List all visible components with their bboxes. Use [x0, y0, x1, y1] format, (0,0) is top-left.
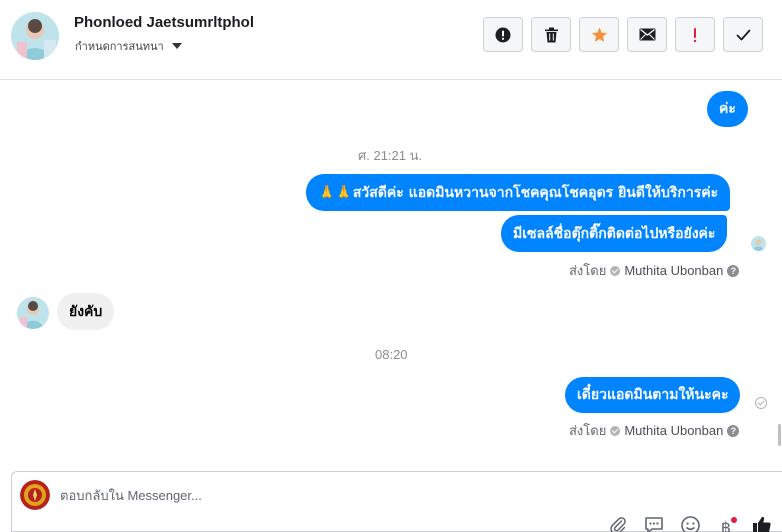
- attach-button[interactable]: [607, 516, 629, 532]
- reply-composer: ฿: [11, 471, 782, 532]
- star-button[interactable]: [579, 17, 619, 52]
- agent-name[interactable]: Muthita Ubonban: [624, 263, 723, 278]
- delivered-check-icon: [755, 397, 767, 409]
- mark-unread-button[interactable]: [627, 17, 667, 52]
- outgoing-message[interactable]: เดี๋ยวแอดมินตามให้นะคะ: [565, 377, 741, 413]
- assign-conversation-label: กำหนดการสนทนา: [75, 40, 164, 53]
- reply-input[interactable]: [60, 484, 660, 506]
- help-icon[interactable]: ?: [727, 264, 740, 277]
- envelope-icon: [639, 28, 656, 41]
- like-icon: [752, 515, 772, 532]
- payment-button[interactable]: ฿: [715, 516, 737, 532]
- mark-spam-button[interactable]: [483, 17, 523, 52]
- incoming-message[interactable]: ยังคับ: [57, 293, 115, 330]
- agent-name[interactable]: Muthita Ubonban: [624, 423, 723, 438]
- conversation-toolbar: [483, 17, 763, 52]
- outgoing-message[interactable]: มีเซลล์ชื่อตุ๊กติ๊กติดต่อไปหรือยังค่ะ: [501, 215, 728, 252]
- alert-circle-icon: [495, 27, 511, 43]
- sent-by-text: ส่งโดย: [569, 423, 607, 438]
- message-timestamp: ศ. 21:21 น.: [358, 148, 423, 163]
- trash-icon: [544, 27, 559, 43]
- outgoing-message[interactable]: 🙏🙏สวัสดีค่ะ แอดมินหวานจากโชคคุณโชคอุดร ย…: [306, 174, 731, 211]
- saved-replies-icon: [644, 516, 664, 532]
- emoji-icon: [680, 515, 700, 532]
- contact-avatar[interactable]: [11, 12, 59, 60]
- baht-payment-icon: ฿: [720, 517, 732, 532]
- check-icon: [736, 29, 751, 41]
- saved-replies-button[interactable]: [643, 516, 665, 532]
- exclamation-icon: [692, 27, 698, 43]
- contact-message-avatar: [17, 297, 49, 329]
- page-avatar: [20, 480, 50, 510]
- like-button[interactable]: [751, 516, 773, 532]
- message-timestamp: 08:20: [375, 347, 408, 362]
- sent-by-label: ส่งโดย Muthita Ubonban ?: [569, 420, 740, 441]
- sent-by-label: ส่งโดย Muthita Ubonban ?: [569, 260, 740, 281]
- composer-toolbar: ฿: [607, 515, 773, 532]
- notification-dot: [731, 517, 737, 523]
- conversation-header: Phonloed Jaetsumrltphol กำหนดการสนทนา: [0, 0, 782, 80]
- scrollbar-thumb[interactable]: [778, 424, 781, 446]
- star-icon: [591, 27, 608, 43]
- help-icon[interactable]: ?: [727, 424, 740, 437]
- sent-by-text: ส่งโดย: [569, 263, 607, 278]
- mark-done-button[interactable]: [723, 17, 763, 52]
- follow-up-button[interactable]: [675, 17, 715, 52]
- verified-icon: [610, 425, 621, 436]
- seen-avatar: [751, 236, 766, 251]
- assign-conversation-dropdown[interactable]: กำหนดการสนทนา: [75, 37, 182, 55]
- caret-down-icon: [171, 43, 182, 49]
- delete-button[interactable]: [531, 17, 571, 52]
- emoji-button[interactable]: [679, 515, 701, 532]
- verified-icon: [610, 265, 621, 276]
- outgoing-message[interactable]: ค่ะ: [707, 91, 748, 127]
- contact-name[interactable]: Phonloed Jaetsumrltphol: [74, 14, 254, 31]
- paperclip-icon: [609, 516, 627, 532]
